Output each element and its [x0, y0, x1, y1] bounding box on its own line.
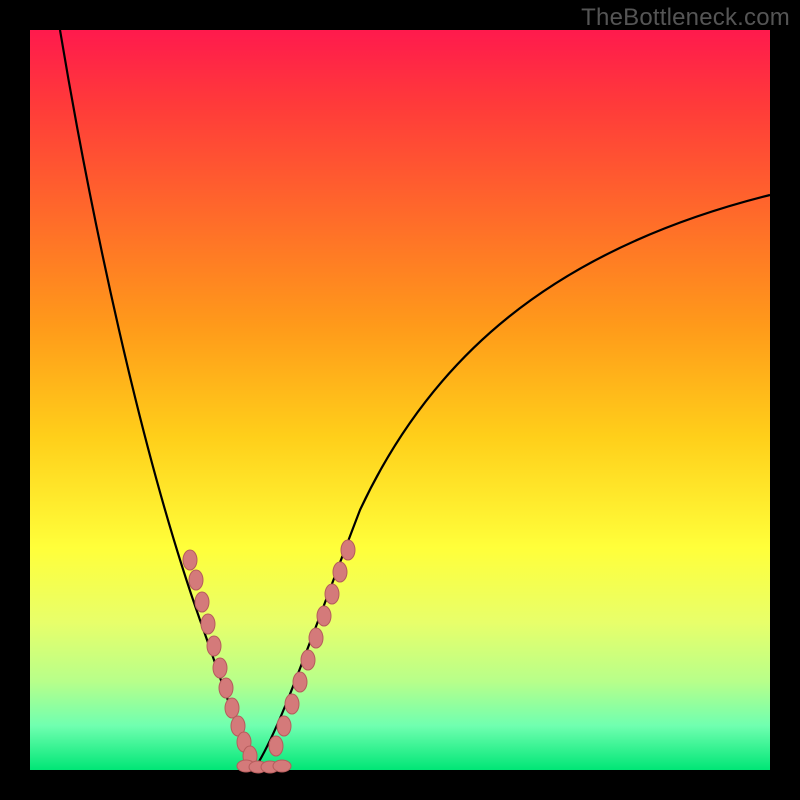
curve-right-branch	[255, 195, 770, 768]
plot-area	[30, 30, 770, 770]
watermark-text: TheBottleneck.com	[581, 4, 790, 32]
chart-frame: TheBottleneck.com	[0, 0, 800, 800]
bottleneck-curve	[30, 30, 770, 770]
curve-left-branch	[60, 30, 255, 768]
bead-cluster	[183, 540, 355, 773]
